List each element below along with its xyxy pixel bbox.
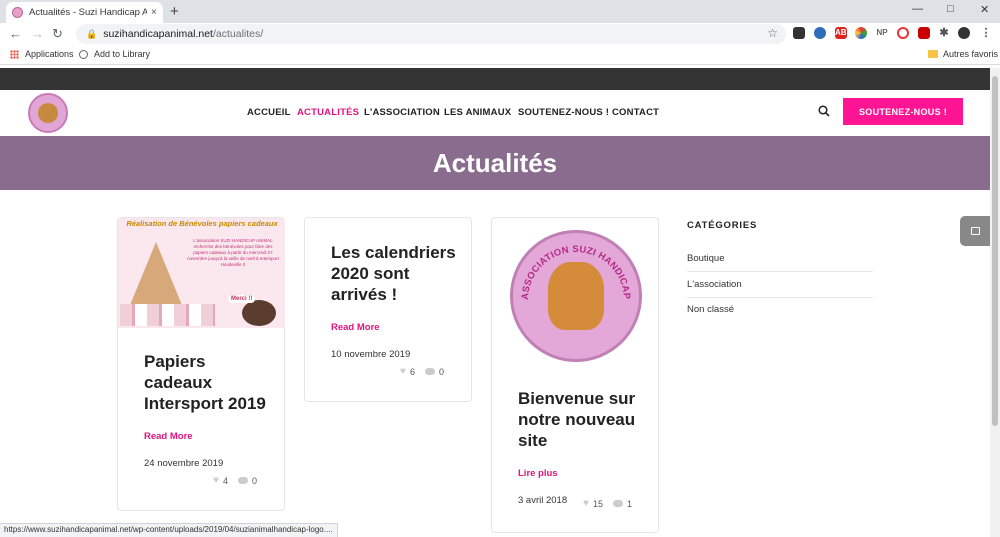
post-card: Les calendriers 2020 sont arrivés ! Read… [304,217,472,402]
support-us-button[interactable]: SOUTENEZ-NOUS ! [843,98,963,125]
url-text: suzihandicapanimal.net/actualites/ [103,28,264,40]
minimize-icon[interactable]: — [912,3,923,15]
shopping-bag-icon [970,227,980,235]
association-logo-image[interactable]: ASSOCIATION SUZI HANDICAP ANIMAL [510,230,642,362]
post-date: 3 avril 2018 [518,495,568,506]
maximize-icon[interactable]: □ [947,3,954,15]
nav-association[interactable]: L'ASSOCIATION [364,107,440,118]
np-extension-icon[interactable]: NP [874,27,890,39]
bookmarks-bar: Applications Add to Library Autres favor… [0,45,1000,65]
heart-icon[interactable]: ♥ [213,475,219,486]
other-bookmarks-folder[interactable]: Autres favoris [928,49,998,59]
nav-soutenez-nous[interactable]: SOUTENEZ-NOUS ! [518,107,609,118]
comments-count: 0 [251,475,257,486]
nav-animaux[interactable]: LES ANIMAUX [444,107,511,118]
image-speech-bubble: Merci !! [228,295,256,303]
category-link-association[interactable]: L'association [687,279,742,290]
likes-count: 15 [592,498,603,509]
divider [687,271,873,272]
read-more-link[interactable]: Lire plus [518,468,558,479]
apps-grid-icon [10,49,19,59]
comment-icon[interactable] [424,368,435,375]
new-tab-button[interactable]: + [170,3,179,20]
heart-icon[interactable]: ♥ [400,366,406,377]
adblock-extension-icon[interactable]: ABP [835,27,852,39]
read-more-link[interactable]: Read More [144,431,193,442]
browser-tab-strip: Actualités - Suzi Handicap Animal × + — … [0,0,1000,23]
site-header: ACCUEIL ACTUALITÉS L'ASSOCIATION LES ANI… [0,90,990,136]
profile-avatar-icon[interactable] [958,27,970,39]
post-title[interactable]: Les calendriers 2020 sont arrivés ! [331,242,456,305]
shield-extension-icon[interactable] [814,27,826,39]
heart-icon[interactable]: ♥ [583,498,589,509]
lock-icon: 🔒 [86,28,98,39]
bookmark-star-icon[interactable]: ☆ [767,26,778,40]
color-extension-icon[interactable] [855,27,867,39]
category-link-boutique[interactable]: Boutique [687,253,725,264]
nav-actualites[interactable]: ACTUALITÉS [297,107,359,118]
page-title: Actualités [432,147,558,178]
svg-text:ASSOCIATION SUZI HANDICAP ANIM: ASSOCIATION SUZI HANDICAP ANIMAL [510,230,632,300]
folder-icon [928,50,938,58]
scrollbar-thumb[interactable] [992,76,998,426]
nav-contact[interactable]: CONTACT [612,107,659,118]
s-extension-icon[interactable] [918,27,930,39]
post-stats: ♥ 15 1 [583,498,632,509]
image-body-text: L'association SUZI HANDICAP ANIMAL reche… [187,238,279,267]
post-title[interactable]: Bienvenue sur notre nouveau site [518,388,643,451]
page-scrollbar[interactable] [990,68,1000,537]
comment-icon[interactable] [612,500,623,507]
post-date: 24 novembre 2019 [144,458,224,469]
browser-menu-icon[interactable]: ⋮ [980,27,992,39]
page-hero: Actualités [0,136,990,190]
back-icon[interactable]: ← [9,26,22,41]
bookmark-add-to-library[interactable]: Add to Library [79,49,150,59]
tag-extension-icon[interactable] [793,27,805,39]
comments-count: 1 [626,498,632,509]
image-banner-text: Réalisation de Bénévoles papiers cadeaux [126,219,278,228]
read-more-link[interactable]: Read More [331,322,380,333]
logo-ring-text: ASSOCIATION SUZI HANDICAP ANIMAL [510,230,632,300]
reload-icon[interactable]: ↻ [52,26,63,42]
christmas-tree-icon [128,242,184,310]
post-card: Réalisation de Bénévoles papiers cadeaux… [117,217,285,511]
bookmark-applications[interactable]: Applications [10,49,74,59]
nav-accueil[interactable]: ACCUEIL [247,107,291,118]
likes-count: 4 [222,475,228,486]
browser-tab[interactable]: Actualités - Suzi Handicap Animal × [6,2,163,23]
post-stats: ♥ 6 0 [400,366,444,377]
post-card: ASSOCIATION SUZI HANDICAP ANIMAL Bienven… [491,217,659,533]
puzzle-extension-icon[interactable]: ✱ [938,27,950,39]
floating-cart-button[interactable] [960,216,990,246]
likes-count: 6 [409,366,415,377]
gift-boxes-icon [120,304,215,326]
window-close-icon[interactable]: ✕ [980,3,989,16]
categories-heading: CATÉGORIES [687,220,758,231]
person-photo [242,300,276,326]
forward-icon[interactable]: → [31,26,44,41]
divider [687,297,873,298]
status-bar-url: https://www.suzihandicapanimal.net/wp-co… [0,523,338,537]
tab-title: Actualités - Suzi Handicap Animal [29,7,147,18]
post-title[interactable]: Papiers cadeaux Intersport 2019 [144,351,269,414]
target-extension-icon[interactable] [897,27,909,39]
post-stats: ♥ 4 0 [213,475,257,486]
category-link-non-classe[interactable]: Non classé [687,304,734,315]
address-bar[interactable]: 🔒 suzihandicapanimal.net/actualites/ ☆ [76,24,786,44]
site-top-bar [0,68,990,90]
site-favicon-icon [12,7,23,18]
post-image-gift-wrap[interactable]: Réalisation de Bénévoles papiers cadeaux… [118,218,285,328]
horse-logo-icon [38,103,58,123]
post-date: 10 novembre 2019 [331,349,411,360]
globe-icon [79,49,88,59]
comment-icon[interactable] [237,477,248,484]
search-icon[interactable] [818,105,830,117]
site-logo[interactable] [28,93,68,133]
comments-count: 0 [438,366,444,377]
tab-close-icon[interactable]: × [151,7,157,18]
